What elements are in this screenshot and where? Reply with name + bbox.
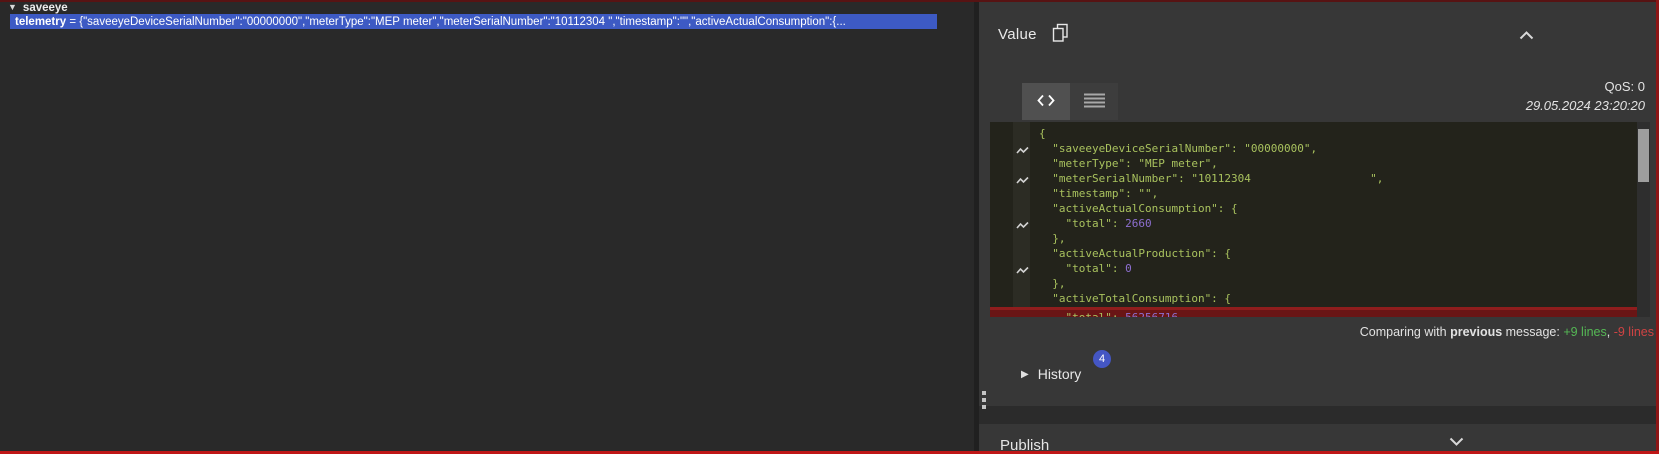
section-gap	[979, 406, 1659, 424]
copy-icon	[1052, 23, 1069, 45]
diff-added-count: +9 lines	[1563, 325, 1606, 339]
diff-removed-count: -9 lines	[1614, 325, 1654, 339]
collapse-value-section-button[interactable]	[1519, 28, 1534, 43]
chevron-down-icon[interactable]	[1449, 437, 1464, 446]
code-view-button[interactable]	[1022, 83, 1070, 120]
topic-equals: =	[66, 16, 79, 28]
topic-tree-panel: ▼ saveeye telemetry = {"saveeyeDeviceSer…	[0, 0, 974, 454]
json-code-line: },	[990, 231, 1637, 246]
mqtt-client-window: ▼ saveeye telemetry = {"saveeyeDeviceSer…	[0, 0, 1659, 454]
topic-row-telemetry[interactable]: telemetry = {"saveeyeDeviceSerialNumber"…	[10, 14, 937, 29]
qos-label: QoS: 0	[1526, 77, 1645, 96]
diff-middle: message:	[1502, 325, 1563, 339]
json-code-line: "activeActualConsumption": {	[990, 201, 1637, 216]
chevron-up-icon	[1519, 28, 1534, 43]
code-view-icon	[1037, 94, 1055, 110]
json-code-line: "meterType": "MEP meter",	[990, 156, 1637, 171]
expand-arrow-icon: ▶	[1021, 369, 1029, 380]
json-code-line: "activeActualProduction": {	[990, 246, 1637, 261]
diff-separator: ,	[1607, 325, 1614, 339]
json-scrollbar	[1637, 122, 1650, 317]
topic-value-preview: {"saveeyeDeviceSerialNumber":"00000000",…	[79, 16, 846, 28]
json-code-line: "timestamp": "",	[990, 186, 1637, 201]
publish-section[interactable]: Publish	[979, 424, 1659, 454]
list-view-icon	[1084, 93, 1105, 111]
topic-name: telemetry	[15, 16, 66, 28]
screenshot-border-top	[0, 0, 1659, 2]
history-section-header[interactable]: ▶ History	[1021, 366, 1081, 382]
panel-resize-handle[interactable]	[982, 391, 986, 412]
json-code-line: "activeTotalConsumption": {	[990, 291, 1637, 306]
message-timestamp: 29.05.2024 23:20:20	[1526, 96, 1645, 115]
json-viewer: { "saveeyeDeviceSerialNumber": "00000000…	[990, 122, 1650, 317]
topic-root-label: saveeye	[23, 2, 68, 14]
raw-view-button[interactable]	[1070, 83, 1118, 120]
history-count-badge: 4	[1093, 350, 1111, 368]
value-section-title: Value	[998, 26, 1037, 43]
collapse-arrow-icon[interactable]: ▼	[8, 3, 17, 12]
diff-summary: Comparing with previous message: +9 line…	[1332, 311, 1654, 353]
json-code-line: "total": 0	[990, 261, 1637, 276]
detail-panel: Value QoS: 0	[979, 0, 1659, 454]
json-code-line: },	[990, 276, 1637, 291]
json-code-line: {	[990, 126, 1637, 141]
scrollbar-thumb[interactable]	[1638, 129, 1649, 182]
diff-prefix: Comparing with	[1360, 325, 1450, 339]
diff-emphasis: previous	[1450, 325, 1502, 339]
json-code-line: "saveeyeDeviceSerialNumber": "00000000",	[990, 141, 1637, 156]
view-toggle-group	[1022, 83, 1118, 120]
json-code-line: "total": 2660	[990, 216, 1637, 231]
copy-value-button[interactable]	[1052, 23, 1069, 45]
json-code-lines: { "saveeyeDeviceSerialNumber": "00000000…	[990, 126, 1637, 317]
topic-row-saveeye[interactable]: ▼ saveeye	[8, 1, 68, 14]
history-label: History	[1038, 366, 1082, 382]
value-section: Value QoS: 0	[979, 0, 1659, 406]
json-code-line: "meterSerialNumber": "10112304 ",	[990, 171, 1637, 186]
